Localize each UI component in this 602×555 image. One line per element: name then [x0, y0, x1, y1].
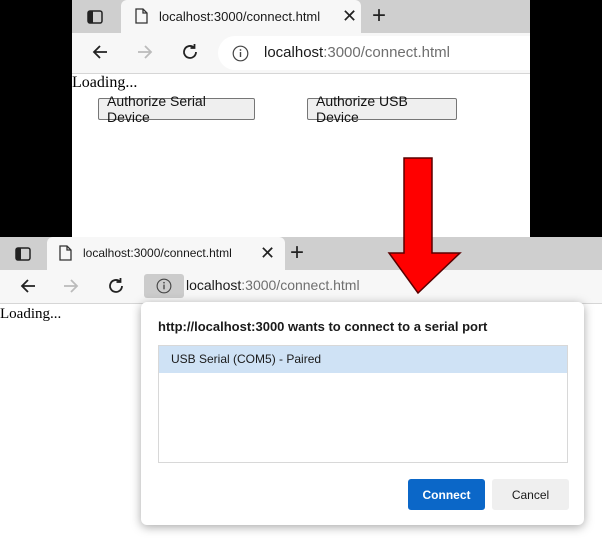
back-arrow-icon[interactable] — [90, 42, 110, 67]
close-icon[interactable]: ✕ — [342, 6, 357, 26]
dialog-title: http://localhost:3000 wants to connect t… — [158, 319, 488, 334]
tab-connect[interactable]: localhost:3000/connect.html ✕ — [121, 0, 361, 33]
tab-title: localhost:3000/connect.html — [159, 9, 321, 24]
device-list-item[interactable]: USB Serial (COM5) - Paired — [159, 346, 567, 373]
info-icon[interactable] — [232, 45, 249, 67]
loading-text: Loading... — [72, 74, 138, 91]
page-icon — [59, 245, 72, 266]
info-icon — [156, 278, 172, 299]
black-margin-right — [530, 0, 602, 237]
cancel-button[interactable]: Cancel — [492, 479, 569, 510]
authorize-serial-button[interactable]: Authorize Serial Device — [98, 93, 255, 125]
site-info-button[interactable] — [144, 274, 184, 298]
url-text[interactable]: localhost:3000/connect.html — [186, 277, 360, 293]
toolbar: localhost:3000/connect.html — [0, 270, 602, 304]
sidebar-icon[interactable] — [12, 243, 34, 265]
reload-icon[interactable] — [105, 275, 127, 302]
tab-title: localhost:3000/connect.html — [83, 246, 232, 260]
page-icon — [135, 8, 148, 29]
down-arrow-icon — [387, 157, 462, 295]
url-text: localhost:3000/connect.html — [264, 44, 450, 61]
toolbar: localhost:3000/connect.html — [72, 33, 530, 74]
loading-text: Loading... — [0, 306, 62, 322]
serial-port-dialog: http://localhost:3000 wants to connect t… — [141, 302, 584, 525]
tab-strip: localhost:3000/connect.html ✕ + — [72, 0, 530, 33]
address-bar[interactable]: localhost:3000/connect.html — [218, 36, 530, 70]
plus-icon[interactable]: + — [372, 3, 386, 29]
device-label: USB Serial (COM5) - Paired — [171, 352, 322, 366]
tab-strip: localhost:3000/connect.html ✕ + — [0, 237, 602, 270]
close-icon[interactable]: ✕ — [260, 243, 275, 263]
device-list: USB Serial (COM5) - Paired — [158, 345, 568, 463]
sidebar-icon[interactable] — [84, 6, 106, 28]
black-margin-left — [0, 0, 72, 237]
reload-icon[interactable] — [179, 41, 201, 68]
tab-connect[interactable]: localhost:3000/connect.html ✕ — [47, 237, 285, 270]
back-arrow-icon[interactable] — [18, 276, 38, 301]
connect-button[interactable]: Connect — [408, 479, 485, 510]
authorize-usb-button[interactable]: Authorize USB Device — [307, 93, 457, 125]
forward-arrow-icon[interactable] — [61, 276, 81, 301]
plus-icon[interactable]: + — [290, 240, 304, 266]
forward-arrow-icon[interactable] — [135, 42, 155, 67]
